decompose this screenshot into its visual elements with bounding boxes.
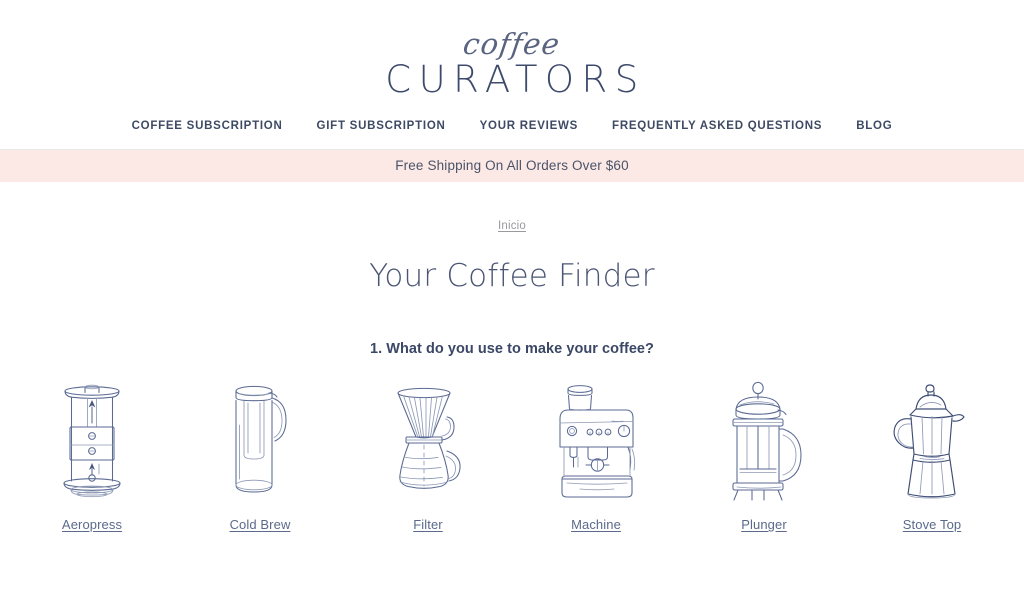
option-label-filter: Filter [413,517,443,532]
nav-faq[interactable]: FREQUENTLY ASKED QUESTIONS [595,120,839,132]
quiz-question-1: 1. What do you use to make your coffee? [370,341,654,357]
nav-gift-subscription[interactable]: GIFT SUBSCRIPTION [300,120,463,132]
option-label-cold-brew: Cold Brew [229,517,291,532]
option-filter[interactable]: Filter [344,379,512,534]
main-navigation: COFFEE SUBSCRIPTION GIFT SUBSCRIPTION YO… [0,120,1024,132]
option-plunger[interactable]: Plunger [680,379,848,534]
espresso-machine-icon [512,379,680,507]
option-machine[interactable]: Machine [512,379,680,534]
nav-coffee-subscription[interactable]: COFFEE SUBSCRIPTION [115,120,300,132]
free-shipping-banner-text: Free Shipping On All Orders Over $60 [395,158,629,173]
logo-wordmark-text: CURATORS [385,58,646,101]
nav-your-reviews[interactable]: YOUR REVIEWS [463,120,595,132]
moka-pot-icon [848,379,1016,507]
cold-brew-carafe-icon [176,379,344,507]
option-stove-top[interactable]: Stove Top [848,379,1016,534]
breadcrumb: Inicio [0,216,1024,234]
aeropress-icon [8,379,176,507]
option-label-machine: Machine [571,517,621,532]
brew-method-options: Aeropress Cold Brew Filter Machine Plung… [0,379,1024,534]
page-root: coffee CURATORS COFFEE SUBSCRIPTION GIFT… [0,0,1024,594]
option-label-aeropress: Aeropress [61,517,123,532]
logo-script-text: coffee [461,27,563,61]
option-label-plunger: Plunger [741,517,787,532]
option-label-stove-top: Stove Top [902,517,962,532]
breadcrumb-item-home[interactable]: Inicio [498,220,526,232]
page-title: Your Coffee Finder [369,258,655,294]
nav-blog[interactable]: BLOG [839,120,909,132]
site-logo[interactable]: coffee CURATORS [378,27,646,101]
pour-over-filter-icon [344,379,512,507]
site-header: coffee CURATORS COFFEE SUBSCRIPTION GIFT… [0,0,1024,150]
option-aeropress[interactable]: Aeropress [8,379,176,534]
french-press-icon [680,379,848,507]
option-cold-brew[interactable]: Cold Brew [176,379,344,534]
free-shipping-banner: Free Shipping On All Orders Over $60 [0,150,1024,182]
